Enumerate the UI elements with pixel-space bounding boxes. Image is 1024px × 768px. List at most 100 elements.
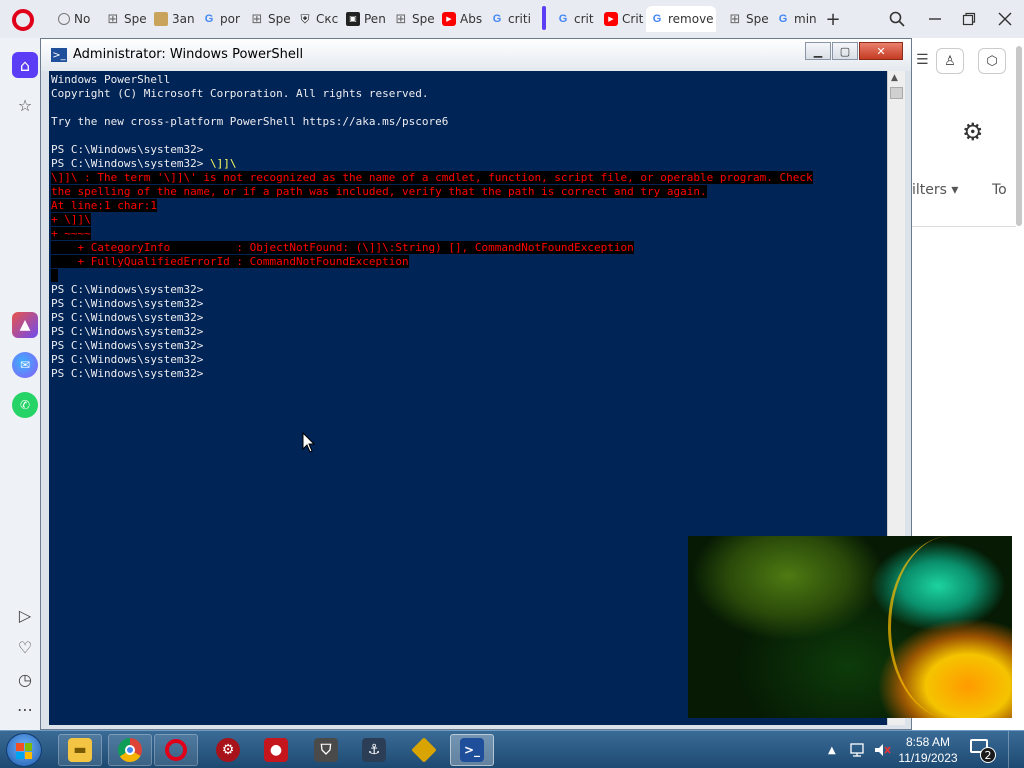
tab-13-active[interactable]: G remove: [646, 6, 716, 32]
tab-10[interactable]: G criti: [486, 6, 532, 32]
tab-label: Pen: [364, 12, 386, 26]
start-button[interactable]: [6, 733, 42, 767]
video-preview-thumbnail[interactable]: [688, 536, 1012, 718]
typed-command: \]]\: [209, 157, 237, 170]
opera-icon: [165, 739, 187, 761]
mouse-cursor-icon: [302, 432, 316, 453]
tab-3[interactable]: 3an: [150, 6, 196, 32]
error-text: + \]]\: [51, 213, 91, 226]
powershell-icon: >_: [460, 738, 484, 762]
taskbar-file-explorer[interactable]: ▬: [58, 734, 102, 766]
more-options-icon[interactable]: ⋯: [12, 696, 38, 722]
menu-lines-icon[interactable]: ☰: [916, 52, 929, 68]
tab-label: por: [220, 12, 240, 26]
ship-icon: ⚓: [362, 738, 386, 762]
chrome-icon: [118, 738, 142, 762]
taskbar-chrome[interactable]: [108, 734, 152, 766]
tab-8[interactable]: ⊞ Spe: [390, 6, 436, 32]
taskbar-screen-recorder[interactable]: ●: [254, 734, 298, 766]
browser-toolbar: ☰ ♙ ⬡: [912, 46, 1024, 78]
error-text: + FullyQualifiedErrorId : CommandNotFoun…: [51, 255, 409, 268]
taskbar-opera[interactable]: [154, 734, 198, 766]
home-icon[interactable]: ⌂: [12, 52, 38, 78]
tab-11[interactable]: G crit: [552, 6, 598, 32]
tab-2[interactable]: ⊞ Spe: [102, 6, 148, 32]
gear-icon[interactable]: ⚙: [962, 118, 984, 146]
console-text: Windows PowerShell Copyright (C) Microsof…: [51, 73, 813, 381]
console-line: Copyright (C) Microsoft Corporation. All…: [51, 87, 813, 101]
error-text: + ~~~~: [51, 227, 91, 240]
history-clock-icon[interactable]: ◷: [12, 666, 38, 692]
notification-count-badge: 2: [980, 747, 996, 763]
filters-label: ilters: [912, 182, 947, 198]
aria-ai-icon[interactable]: ▲: [12, 312, 38, 338]
tab-7[interactable]: ▣ Pen: [342, 6, 388, 32]
tab-14[interactable]: ⊞ Spe: [724, 6, 770, 32]
action-center-button[interactable]: 2: [970, 737, 996, 763]
google-icon: G: [492, 12, 502, 25]
taskbar-clock[interactable]: 8:58 AM 11/19/2023: [896, 734, 960, 766]
taskbar-diamond-app[interactable]: [402, 734, 446, 766]
grid-icon: ⊞: [107, 11, 119, 27]
page-scrollbar[interactable]: [1016, 46, 1022, 226]
new-tab-button[interactable]: +: [822, 8, 844, 30]
taskbar-world-of-tanks[interactable]: ⛉: [304, 734, 348, 766]
console-line: Windows PowerShell: [51, 73, 813, 87]
tab-15[interactable]: G min: [772, 6, 818, 32]
circle-icon: [58, 13, 70, 25]
scroll-thumb[interactable]: [890, 87, 903, 99]
search-tabs-icon[interactable]: [886, 8, 908, 30]
tab-9[interactable]: ▶ Abs: [438, 6, 484, 32]
google-icon: G: [204, 12, 214, 25]
heart-icon[interactable]: ♡: [12, 634, 38, 660]
console-line: + ~~~~: [51, 227, 813, 241]
restore-browser-icon[interactable]: [958, 8, 980, 30]
to-filter[interactable]: To: [992, 182, 1007, 198]
minimize-browser-icon[interactable]: [924, 8, 946, 30]
volume-muted-icon[interactable]: [874, 731, 892, 768]
tab-1[interactable]: No: [54, 6, 100, 32]
video-artwork: [888, 536, 1012, 718]
tab-label: No: [74, 12, 91, 26]
console-line-text: PS C:\Windows\system32>: [51, 325, 204, 338]
minimize-button[interactable]: ▁: [805, 42, 831, 60]
tab-6[interactable]: ⛨ Скс: [294, 6, 340, 32]
powershell-titlebar[interactable]: >_ Administrator: Windows PowerShell ▁ ▢…: [41, 39, 911, 71]
messenger-icon[interactable]: ✉: [12, 352, 38, 378]
tab-4[interactable]: G por: [198, 6, 244, 32]
tab-label: Скс: [316, 12, 339, 26]
show-desktop-button[interactable]: [1008, 731, 1024, 768]
network-icon[interactable]: [850, 731, 868, 768]
player-icon[interactable]: ▷: [12, 602, 38, 628]
maximize-button[interactable]: ▢: [832, 42, 858, 60]
console-line-text: Try the new cross-platform PowerShell ht…: [51, 115, 449, 128]
tab-12[interactable]: ▶ Crit: [600, 6, 644, 32]
tab-5[interactable]: ⊞ Spe: [246, 6, 292, 32]
opera-logo-icon[interactable]: [12, 9, 34, 31]
show-hidden-icons-button[interactable]: ▲: [828, 731, 836, 768]
clock-date: 11/19/2023: [898, 751, 958, 765]
extensions-cube-icon[interactable]: ⬡: [978, 48, 1006, 74]
profile-icon[interactable]: ♙: [936, 48, 964, 74]
youtube-icon: ▶: [604, 12, 618, 26]
console-line-text: PS C:\Windows\system32>: [51, 283, 204, 296]
close-browser-icon[interactable]: [994, 8, 1016, 30]
browser-tab-strip: No ⊞ Spe 3an G por ⊞ Spe ⛨ Скс ▣ Pen ⊞ S…: [0, 0, 1024, 38]
whatsapp-icon[interactable]: ✆: [12, 392, 38, 418]
console-line-text: PS C:\Windows\system32>: [51, 157, 210, 170]
taskbar-gear-app[interactable]: ⚙: [206, 734, 250, 766]
filters-dropdown[interactable]: ilters ▾: [912, 182, 958, 198]
record-icon: ●: [264, 738, 288, 762]
taskbar-world-of-warships[interactable]: ⚓: [352, 734, 396, 766]
tab-label: Spe: [124, 12, 147, 26]
close-button[interactable]: ✕: [859, 42, 903, 60]
star-icon[interactable]: ☆: [12, 92, 38, 118]
taskbar-powershell[interactable]: >_: [450, 734, 494, 766]
scroll-up-arrow-icon[interactable]: ▲: [891, 73, 898, 83]
error-text: + CategoryInfo : ObjectNotFound: (\]]\:S…: [51, 241, 634, 254]
box-icon: ▣: [346, 12, 360, 26]
console-line-text: PS C:\Windows\system32>: [51, 311, 204, 324]
powershell-app-icon[interactable]: >_: [51, 48, 67, 62]
console-line: PS C:\Windows\system32> \]]\: [51, 157, 813, 171]
